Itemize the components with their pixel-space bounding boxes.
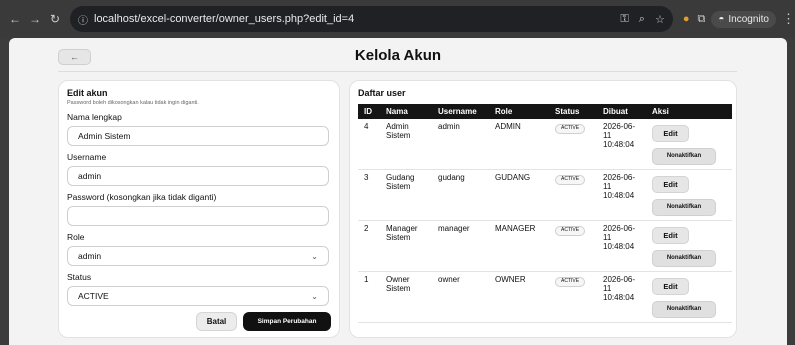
edit-button[interactable]: Edit (652, 125, 689, 142)
cell-dibuat: 2026-06-11 10:48:04 (597, 169, 646, 221)
cell-username: manager (432, 220, 489, 272)
role-value: admin (78, 251, 102, 261)
cell-status: ACTIVE (549, 271, 597, 323)
cell-aksi: Edit Nonaktifkan (646, 119, 732, 170)
role-label: Role (67, 232, 85, 242)
username-label: Username (67, 152, 107, 162)
incognito-icon: ◓ (718, 13, 725, 25)
chevron-down-icon: ⌄ (311, 251, 318, 261)
cell-nama: Admin Sistem (380, 119, 432, 170)
cell-id: 3 (358, 169, 380, 221)
page-title: Kelola Akun (354, 47, 442, 64)
edit-card-subtitle: Password boleh dikosongkan kalau tidak i… (67, 100, 199, 106)
status-badge: ACTIVE (555, 226, 586, 236)
cell-id: 2 (358, 220, 380, 272)
page-viewport: ← Kelola Akun Edit akun Password boleh d… (9, 38, 787, 345)
cell-dibuat: 2026-06-11 10:48:04 (597, 220, 646, 272)
address-url: localhost/excel-converter/owner_users.ph… (94, 13, 355, 25)
edit-button[interactable]: Edit (652, 176, 689, 193)
cell-nama: Owner Sistem (380, 271, 432, 323)
status-value: ACTIVE (78, 291, 109, 301)
cell-role: GUDANG (489, 169, 549, 221)
cell-aksi: Edit Nonaktifkan (646, 271, 732, 323)
edit-card-title: Edit akun (67, 88, 108, 98)
column-header-nama: Nama (386, 107, 408, 116)
status-badge: ACTIVE (555, 277, 586, 287)
deactivate-button[interactable]: Nonaktifkan (652, 199, 716, 216)
table-row: 4 Admin Sistem admin ADMIN ACTIVE 2026-0… (358, 119, 732, 170)
more-menu-icon[interactable]: ⋮ (782, 11, 795, 27)
cell-status: ACTIVE (549, 220, 597, 272)
extension-icon[interactable]: ● (683, 13, 690, 25)
chevron-down-icon: ⌄ (311, 291, 318, 301)
cell-aksi: Edit Nonaktifkan (646, 169, 732, 221)
cell-dibuat: 2026-06-11 10:48:04 (597, 119, 646, 170)
username-field[interactable]: admin (67, 166, 329, 186)
incognito-badge[interactable]: ◓ Incognito (711, 10, 776, 28)
column-header-username: Username (438, 107, 477, 116)
name-label: Nama lengkap (67, 112, 122, 122)
username-value: admin (78, 171, 102, 181)
user-table: ID Nama Username Role Status Dibuat Aksi… (358, 104, 732, 323)
reload-icon[interactable]: ↻ (46, 10, 64, 28)
table-header-row: ID Nama Username Role Status Dibuat Aksi (358, 104, 732, 119)
cell-nama: Gudang Sistem (380, 169, 432, 221)
edit-account-card: Edit akun Password boleh dikosongkan kal… (58, 80, 340, 338)
edit-button[interactable]: Edit (652, 278, 689, 295)
cell-id: 1 (358, 271, 380, 323)
cell-role: MANAGER (489, 220, 549, 272)
cell-username: gudang (432, 169, 489, 221)
cell-role: ADMIN (489, 119, 549, 170)
site-info-icon[interactable]: ⓘ (78, 12, 88, 27)
column-header-aksi: Aksi (652, 107, 669, 116)
cell-dibuat: 2026-06-11 10:48:04 (597, 271, 646, 323)
table-row: 1 Owner Sistem owner OWNER ACTIVE 2026-0… (358, 271, 732, 323)
column-header-id: ID (364, 107, 372, 116)
column-header-role: Role (495, 107, 513, 116)
back-arrow-icon[interactable]: ← (6, 10, 24, 28)
extensions-puzzle-icon[interactable]: ⧉ (698, 13, 706, 26)
forward-arrow-icon[interactable]: → (26, 10, 44, 28)
column-header-dibuat: Dibuat (603, 107, 628, 116)
name-value: Admin Sistem (78, 131, 131, 141)
password-field[interactable] (67, 206, 329, 226)
status-badge: ACTIVE (555, 175, 586, 185)
role-select[interactable]: admin ⌄ (67, 246, 329, 266)
cell-aksi: Edit Nonaktifkan (646, 220, 732, 272)
status-label: Status (67, 272, 92, 282)
name-field[interactable]: Admin Sistem (67, 126, 329, 146)
cell-username: owner (432, 271, 489, 323)
cell-status: ACTIVE (549, 119, 597, 170)
address-bar[interactable]: ⓘ localhost/excel-converter/owner_users.… (70, 6, 673, 32)
edit-button[interactable]: Edit (652, 227, 689, 244)
status-badge: ACTIVE (555, 124, 586, 134)
cell-username: admin (432, 119, 489, 170)
zoom-icon[interactable]: ⌕ (639, 13, 645, 26)
password-label: Password (kosongkan jika tidak diganti) (67, 192, 217, 202)
incognito-label: Incognito (728, 13, 769, 25)
deactivate-button[interactable]: Nonaktifkan (652, 148, 716, 165)
save-button[interactable]: Simpan Perubahan (243, 312, 331, 331)
status-select[interactable]: ACTIVE ⌄ (67, 286, 329, 306)
table-row: 3 Gudang Sistem gudang GUDANG ACTIVE 202… (358, 169, 732, 221)
bookmark-star-icon[interactable]: ☆ (655, 13, 665, 26)
deactivate-button[interactable]: Nonaktifkan (652, 301, 716, 318)
user-list-title: Daftar user (358, 88, 406, 98)
cell-status: ACTIVE (549, 169, 597, 221)
password-key-icon[interactable]: ⚿ (620, 13, 628, 26)
cell-nama: Manager Sistem (380, 220, 432, 272)
cell-role: OWNER (489, 271, 549, 323)
deactivate-button[interactable]: Nonaktifkan (652, 250, 716, 267)
browser-toolbar: ← → ↻ ⓘ localhost/excel-converter/owner_… (0, 0, 795, 38)
user-list-card: Daftar user ID Nama Username Role Status… (349, 80, 737, 338)
table-row: 2 Manager Sistem manager MANAGER ACTIVE … (358, 220, 732, 272)
cancel-button[interactable]: Batal (196, 312, 237, 331)
form-actions: Batal Simpan Perubahan (67, 312, 331, 331)
divider (58, 71, 737, 72)
cell-id: 4 (358, 119, 380, 170)
column-header-status: Status (555, 107, 580, 116)
